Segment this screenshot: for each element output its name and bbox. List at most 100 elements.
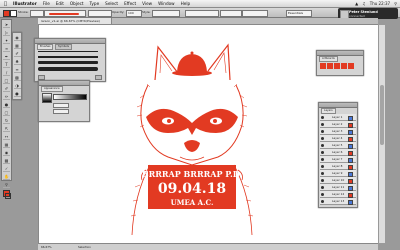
- layer-row[interactable]: Layer 11: [320, 184, 356, 191]
- wifi-icon[interactable]: ▲: [355, 1, 358, 6]
- visibility-eye-icon[interactable]: [321, 192, 324, 196]
- visibility-eye-icon[interactable]: [321, 157, 324, 161]
- layer-row[interactable]: Layer 8: [320, 163, 356, 170]
- symbols-panel-icon[interactable]: ♣: [13, 58, 21, 65]
- stroke-color-swatch[interactable]: [5, 193, 11, 199]
- fill-swatch[interactable]: [3, 10, 10, 17]
- gradient-swatch[interactable]: [42, 93, 52, 103]
- pencil-tool-icon[interactable]: ✏: [3, 93, 10, 100]
- type-tool-icon[interactable]: T: [3, 61, 10, 68]
- tab-artboards[interactable]: Artboards: [319, 56, 338, 62]
- tab-symbols[interactable]: Symbols: [55, 44, 73, 50]
- layer-row[interactable]: Layer 2: [320, 121, 356, 128]
- variable-width-dropdown[interactable]: [88, 10, 112, 17]
- tab-appearance[interactable]: Appearance: [41, 86, 63, 92]
- visibility-eye-icon[interactable]: [321, 143, 324, 147]
- artboard-swatch-5[interactable]: [348, 63, 354, 69]
- stroke-weight-field[interactable]: [30, 10, 44, 17]
- menu-object[interactable]: Object: [67, 1, 87, 6]
- visibility-eye-icon[interactable]: [321, 150, 324, 154]
- artboard-swatch-1[interactable]: [320, 63, 326, 69]
- brush-stroke-1[interactable]: [38, 51, 98, 53]
- layer-row[interactable]: Layer 12: [320, 191, 356, 198]
- rectangle-tool-icon[interactable]: □: [3, 77, 10, 84]
- transform-dropdown[interactable]: [220, 10, 242, 17]
- document-tab[interactable]: larson_v1.ai @ 66.67% (CMYK/Preview): [38, 18, 112, 24]
- visibility-eye-icon[interactable]: [321, 136, 324, 140]
- brushes-panel-icon[interactable]: ✐: [13, 50, 21, 57]
- menu-select[interactable]: Select: [102, 1, 121, 6]
- brush-definition-dropdown[interactable]: [44, 10, 86, 17]
- blob-brush-tool-icon[interactable]: ●: [3, 101, 10, 108]
- eyedropper-tool-icon[interactable]: ✓: [3, 165, 10, 172]
- transparency-panel-icon[interactable]: ◑: [13, 82, 21, 89]
- gradient-slider[interactable]: [53, 94, 87, 100]
- workspace-dropdown[interactable]: Essentials: [286, 10, 312, 17]
- layer-row[interactable]: Layer 7: [320, 156, 356, 163]
- width-tool-icon[interactable]: ↔: [3, 133, 10, 140]
- selection-tool-icon[interactable]: ➤: [3, 21, 10, 28]
- visibility-eye-icon[interactable]: [321, 185, 324, 189]
- menu-view[interactable]: View: [139, 1, 155, 6]
- opacity-field[interactable]: 100: [126, 10, 142, 17]
- menu-file[interactable]: File: [40, 1, 53, 6]
- gradient-panel-icon[interactable]: ▩: [13, 74, 21, 81]
- clock[interactable]: Thu 22:37: [370, 1, 390, 6]
- spotlight-icon[interactable]: ⚲: [394, 1, 397, 6]
- direct-selection-tool-icon[interactable]: ▷: [3, 29, 10, 36]
- menu-help[interactable]: Help: [178, 1, 194, 6]
- line-tool-icon[interactable]: ∕: [3, 69, 10, 76]
- eraser-tool-icon[interactable]: ▢: [3, 109, 10, 116]
- magic-wand-tool-icon[interactable]: ✦: [3, 37, 10, 44]
- lasso-tool-icon[interactable]: ∞: [3, 45, 10, 52]
- delete-brush-button[interactable]: [95, 75, 102, 80]
- stroke-panel-icon[interactable]: ≡: [13, 66, 21, 73]
- paintbrush-tool-icon[interactable]: ✐: [3, 85, 10, 92]
- appearance-panel-icon[interactable]: ●: [13, 90, 21, 97]
- shape-builder-tool-icon[interactable]: ◉: [3, 149, 10, 156]
- layer-row[interactable]: Layer 10: [320, 177, 356, 184]
- current-tool[interactable]: Selection: [78, 244, 91, 250]
- visibility-eye-icon[interactable]: [321, 199, 324, 203]
- vertical-scrollbar[interactable]: [378, 25, 385, 243]
- color-panel-icon[interactable]: ◉: [13, 34, 21, 41]
- layer-row[interactable]: Layer 6: [320, 149, 356, 156]
- brush-stroke-2[interactable]: [38, 56, 98, 58]
- pen-tool-icon[interactable]: ✒: [3, 53, 10, 60]
- scrollbar-thumb[interactable]: [380, 85, 384, 145]
- layer-row[interactable]: Layer 9: [320, 170, 356, 177]
- scale-tool-icon[interactable]: ⇱: [3, 125, 10, 132]
- menu-app-name[interactable]: Illustrator: [10, 1, 40, 6]
- gradient-angle-field[interactable]: [53, 109, 69, 114]
- visibility-eye-icon[interactable]: [321, 129, 324, 133]
- visibility-eye-icon[interactable]: [321, 178, 324, 182]
- hand-tool-icon[interactable]: ✋: [3, 173, 10, 180]
- stroke-swatch[interactable]: [10, 10, 17, 17]
- fill-stroke-widget[interactable]: [3, 190, 11, 199]
- free-transform-tool-icon[interactable]: ▦: [3, 141, 10, 148]
- tab-brushes[interactable]: Brushes: [37, 44, 54, 50]
- gradient-tool-icon[interactable]: ▩: [3, 157, 10, 164]
- menu-edit[interactable]: Edit: [53, 1, 67, 6]
- layer-row[interactable]: Layer 13: [320, 198, 356, 205]
- volume-icon[interactable]: ♫: [362, 1, 366, 6]
- artboard-swatch-2[interactable]: [327, 63, 333, 69]
- align-dropdown[interactable]: [185, 10, 219, 17]
- gradient-type-field[interactable]: [53, 103, 69, 108]
- brush-stroke-3[interactable]: [38, 61, 98, 64]
- zoom-level[interactable]: 66.67%: [41, 244, 52, 250]
- graphic-style-dropdown[interactable]: [152, 10, 180, 17]
- brush-stroke-4[interactable]: [38, 67, 98, 71]
- menu-type[interactable]: Type: [87, 1, 103, 6]
- swatches-panel-icon[interactable]: ▦: [13, 42, 21, 49]
- artboard-swatch-4[interactable]: [341, 63, 347, 69]
- visibility-eye-icon[interactable]: [321, 164, 324, 168]
- menu-window[interactable]: Window: [155, 1, 178, 6]
- apple-menu-icon[interactable]: : [0, 1, 10, 7]
- arrange-dropdown[interactable]: [242, 10, 268, 17]
- visibility-eye-icon[interactable]: [321, 171, 324, 175]
- zoom-tool-icon[interactable]: ⚲: [3, 181, 10, 188]
- layer-row[interactable]: Layer 5: [320, 142, 356, 149]
- visibility-eye-icon[interactable]: [321, 122, 324, 126]
- layer-row[interactable]: Layer 3: [320, 128, 356, 135]
